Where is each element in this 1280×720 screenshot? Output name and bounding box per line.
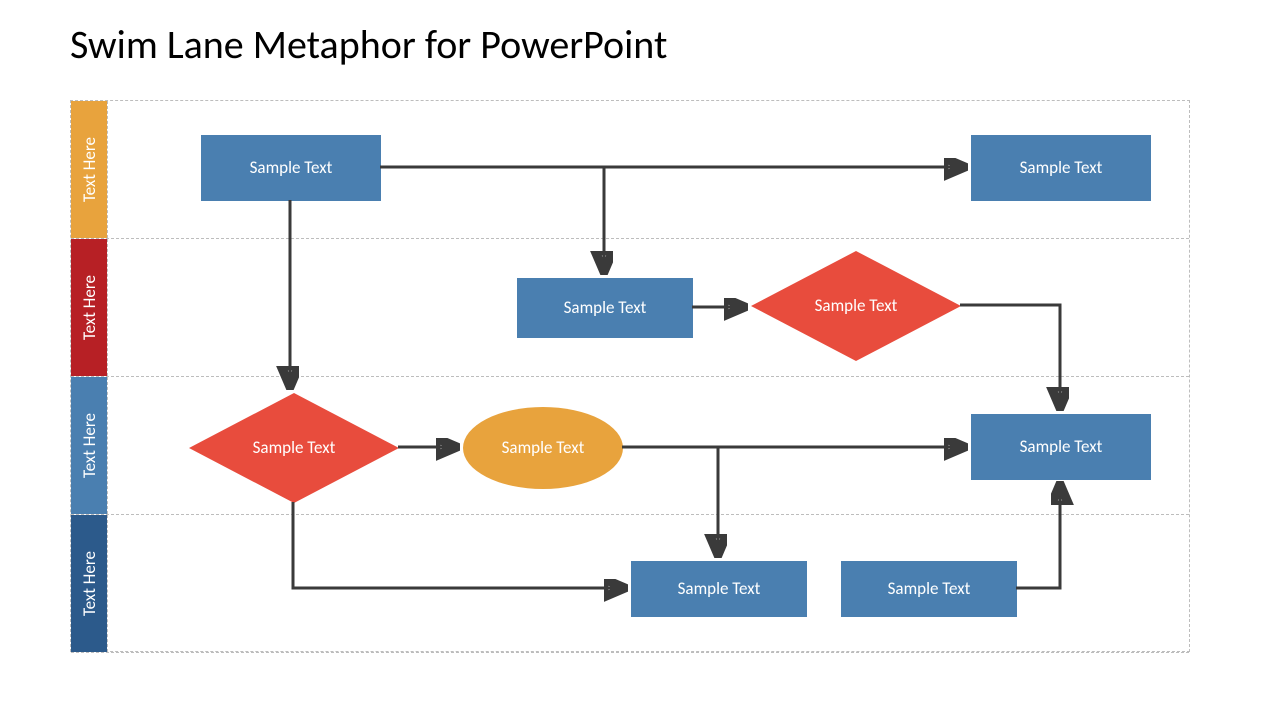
process-node-n8: Sample Text: [631, 561, 807, 617]
process-node-n9: Sample Text: [841, 561, 1017, 617]
lane-header-4: Text Here: [71, 515, 107, 652]
process-node-n7: Sample Text: [971, 414, 1151, 480]
lane-header-3: Text Here: [71, 377, 107, 514]
lane-row-4: Text Here: [71, 515, 1189, 653]
slide-canvas: Swim Lane Metaphor for PowerPoint Text H…: [0, 0, 1280, 720]
lane-label-3: Text Here: [79, 413, 100, 478]
lane-header-1: Text Here: [71, 101, 107, 238]
decision-node-n5: Sample Text: [189, 393, 399, 503]
process-node-n3: Sample Text: [517, 278, 693, 338]
terminator-node-n6: Sample Text: [463, 407, 623, 489]
lane-label-2: Text Here: [79, 275, 100, 340]
swimlane-container: Text Here Text Here Text Here Text Here …: [70, 100, 1190, 652]
lane-header-2: Text Here: [71, 239, 107, 376]
process-node-n2: Sample Text: [971, 135, 1151, 201]
lane-label-4: Text Here: [79, 551, 100, 616]
decision-node-n4: Sample Text: [751, 251, 961, 361]
lane-label-1: Text Here: [79, 137, 100, 202]
process-node-n1: Sample Text: [201, 135, 381, 201]
slide-title: Swim Lane Metaphor for PowerPoint: [70, 20, 667, 69]
